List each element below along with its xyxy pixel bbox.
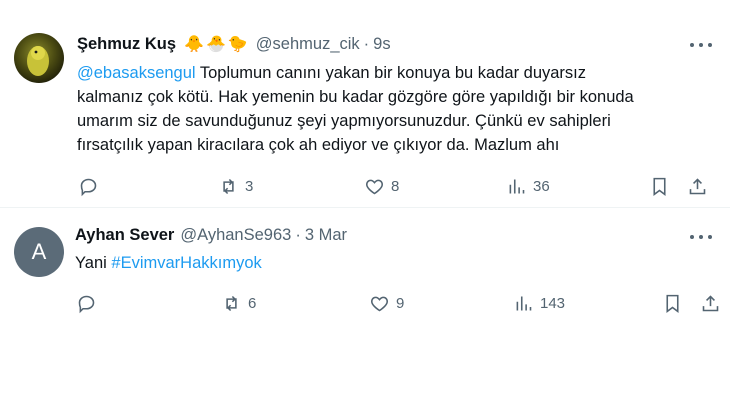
views-button[interactable]: 36 [506, 176, 550, 197]
share-button[interactable] [687, 176, 708, 197]
like-button[interactable]: 9 [369, 293, 404, 314]
avatar[interactable] [14, 33, 64, 83]
reply-icon [78, 295, 95, 314]
tweet-1[interactable]: Şehmuz Kuş 🐥🐣🐤 @sehmuz_cik · 9s @ebasaks… [0, 0, 730, 208]
like-count: 8 [391, 178, 400, 195]
share-icon [702, 295, 719, 312]
tweet-2[interactable]: A Ayhan Sever @AyhanSe963 · 3 Mar Yani #… [0, 209, 730, 334]
reply-button[interactable] [78, 176, 99, 197]
share-button[interactable] [700, 293, 721, 314]
reply-icon [80, 178, 97, 197]
views-count: 36 [533, 178, 550, 195]
separator: · [363, 34, 370, 53]
tweet-text: @ebasaksengul Toplumun canını yakan bir … [77, 61, 717, 157]
text-line: kalmanız çok kötü. Hak yemenin bu kadar … [77, 88, 634, 106]
separator: · [295, 225, 301, 244]
bookmark-button[interactable] [649, 176, 670, 197]
bookmark-icon [666, 294, 679, 313]
like-button[interactable]: 8 [364, 176, 399, 197]
share-icon [689, 178, 706, 195]
timestamp[interactable]: 3 Mar [305, 226, 347, 245]
views-count: 143 [540, 295, 566, 312]
retweet-button[interactable]: 3 [218, 176, 253, 197]
retweet-icon [223, 178, 234, 195]
reply-button[interactable] [76, 293, 97, 314]
hashtag-link[interactable]: #EvimvarHakkımyok [111, 254, 261, 272]
author-name[interactable]: Ayhan Sever [75, 226, 174, 245]
author-handle[interactable]: @AyhanSe963 [180, 226, 291, 245]
like-count: 9 [396, 295, 405, 312]
views-icon [509, 179, 525, 194]
action-bar: 6 9 143 [0, 293, 730, 317]
more-icon[interactable] [690, 228, 712, 246]
tweet-header: Ayhan Sever @AyhanSe963 · 3 Mar [75, 224, 347, 246]
text-line: fırsatçılık yapan kiracılara çok ah ediy… [77, 136, 560, 154]
views-icon [516, 296, 532, 311]
tweet-header: Şehmuz Kuş 🐥🐣🐤 @sehmuz_cik · 9s [77, 33, 391, 55]
author-name[interactable]: Şehmuz Kuş [77, 35, 176, 54]
like-icon [371, 296, 388, 312]
bookmark-icon [653, 177, 666, 196]
text-line: umarım siz de savunduğunuz şeyi yapmıyor… [77, 112, 611, 130]
like-icon [366, 179, 383, 195]
more-icon[interactable] [690, 36, 712, 54]
text-line: Yani #EvimvarHakkımyok [75, 254, 262, 272]
retweet-count: 6 [248, 295, 257, 312]
timestamp[interactable]: 9s [373, 35, 390, 54]
bookmark-button[interactable] [662, 293, 683, 314]
retweet-icon [226, 295, 237, 312]
bird-avatar-icon [27, 46, 49, 76]
tweet-text: Yani #EvimvarHakkımyok [75, 251, 715, 275]
avatar[interactable]: A [14, 227, 64, 277]
text-line: @ebasaksengul Toplumun canını yakan bir … [77, 64, 587, 82]
action-bar: 3 8 36 [0, 176, 730, 200]
avatar-letter: A [31, 239, 47, 264]
retweet-count: 3 [245, 178, 254, 195]
name-emojis: 🐥🐣🐤 [184, 36, 250, 53]
author-handle[interactable]: @sehmuz_cik [256, 35, 360, 54]
views-button[interactable]: 143 [513, 293, 565, 314]
mention-link[interactable]: @ebasaksengul [77, 64, 196, 82]
retweet-button[interactable]: 6 [221, 293, 256, 314]
